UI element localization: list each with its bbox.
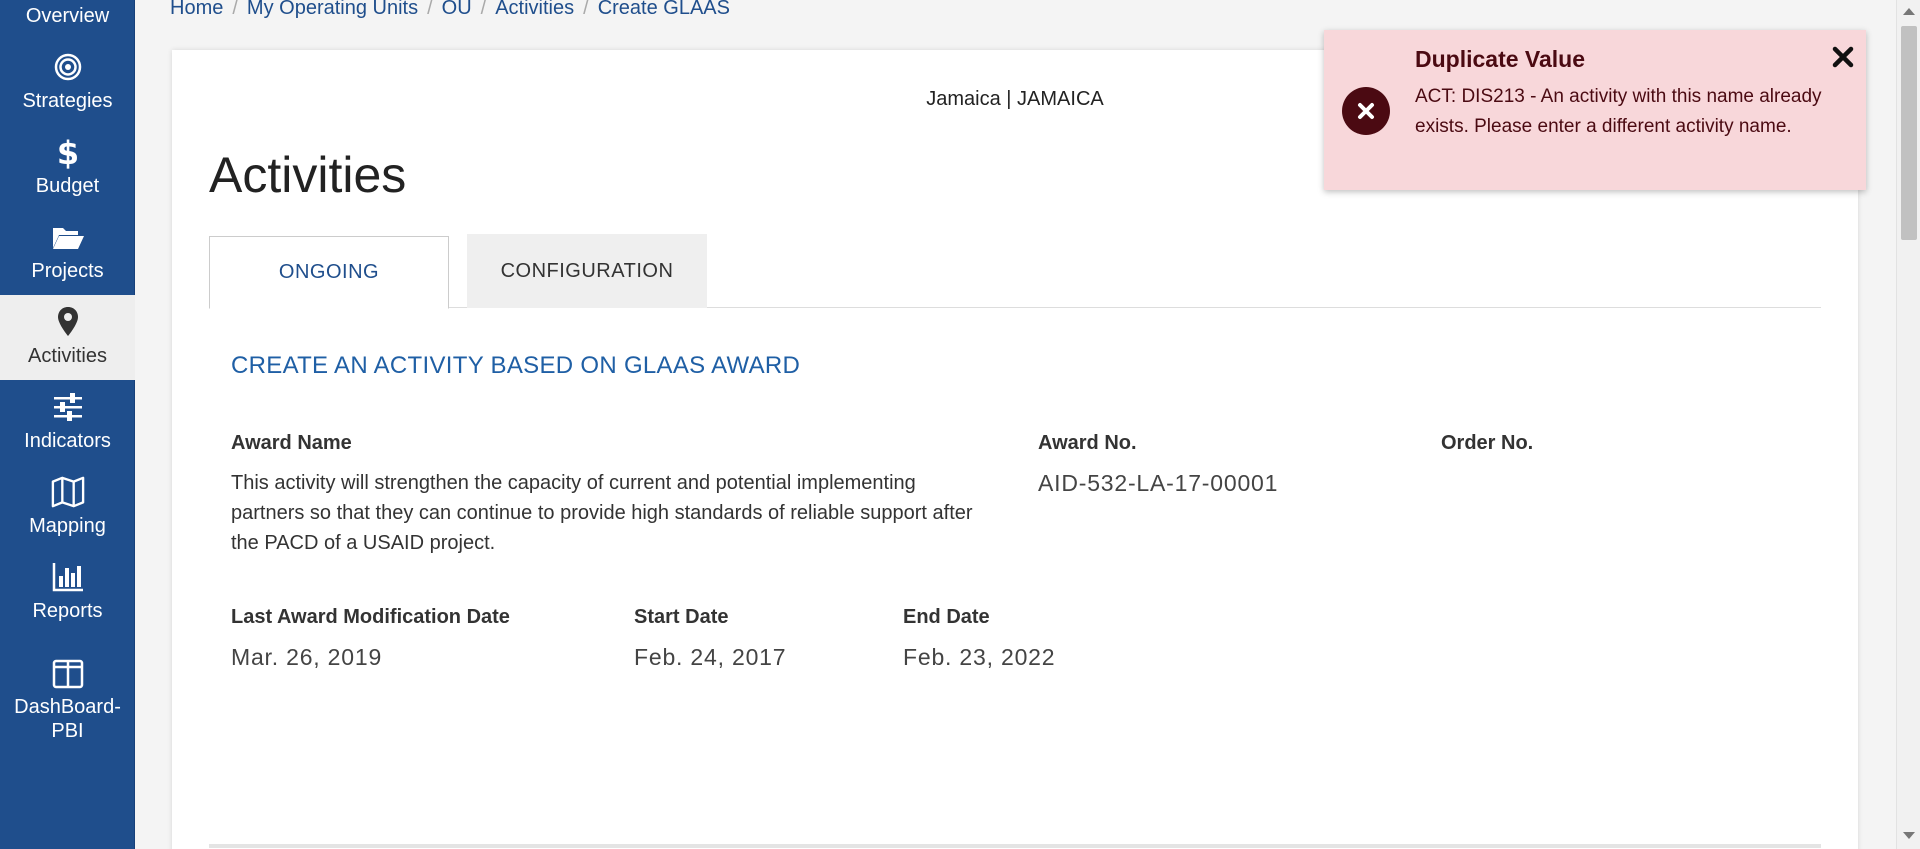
tab-ongoing[interactable]: ONGOING: [209, 236, 449, 309]
sidebar-item-label: Budget: [35, 175, 100, 197]
toast-title: Duplicate Value: [1415, 46, 1586, 72]
dollar-icon: $: [51, 135, 85, 169]
sidebar-item-budget[interactable]: $ Budget: [0, 125, 135, 210]
sidebar-item-mapping[interactable]: Mapping: [0, 465, 135, 550]
award-no-value: AID-532-LA-17-00001: [1038, 470, 1279, 496]
sidebar-item-overview[interactable]: Overview: [0, 0, 135, 40]
award-name-label: Award Name: [231, 432, 352, 454]
close-icon[interactable]: [1828, 42, 1858, 72]
vertical-scrollbar[interactable]: [1896, 0, 1920, 849]
svg-text:$: $: [56, 135, 78, 169]
page-title: Activities: [209, 147, 407, 203]
tab-bar: ONGOING CONFIGURATION: [209, 234, 1821, 309]
toast-message: ACT: DIS213 - An activity with this name…: [1415, 86, 1822, 137]
error-toast: Duplicate Value ACT: DIS213 - An activit…: [1324, 30, 1866, 190]
breadcrumb-separator: /: [427, 0, 433, 19]
tab-configuration[interactable]: CONFIGURATION: [467, 234, 707, 308]
map-marker-icon: [51, 305, 85, 339]
bar-chart-icon: [51, 560, 85, 594]
breadcrumb-separator: /: [480, 0, 487, 19]
sidebar-item-label: Indicators: [24, 430, 111, 452]
breadcrumb-separator: /: [583, 0, 589, 19]
last-modification-date-value: Mar. 26, 2019: [231, 644, 383, 670]
scrollbar-thumb[interactable]: [1901, 26, 1917, 240]
error-icon: [1342, 87, 1390, 135]
breadcrumb: Home / My Operating Units / OU / Activit…: [170, 0, 730, 20]
sidebar-item-activities[interactable]: Activities: [0, 295, 135, 380]
sidebar-item-label: Reports: [32, 600, 103, 622]
start-date-value: Feb. 24, 2017: [634, 644, 787, 670]
section-title: CREATE AN ACTIVITY BASED ON GLAAS AWARD: [231, 352, 801, 379]
breadcrumb-ou[interactable]: OU: [442, 0, 472, 20]
award-name-value: This activity will strengthen the capaci…: [231, 472, 973, 554]
sidebar-item-label: Mapping: [29, 515, 106, 537]
sidebar-item-dashboard-pbi[interactable]: DashBoard-PBI: [0, 635, 135, 755]
sliders-icon: [51, 390, 85, 424]
breadcrumb-my-operating-units[interactable]: My Operating Units: [247, 0, 418, 20]
end-date-label: End Date: [903, 606, 990, 628]
scroll-up-icon[interactable]: [1903, 8, 1915, 15]
sidebar-item-strategies[interactable]: Strategies: [0, 40, 135, 125]
last-modification-date-label: Last Award Modification Date: [231, 606, 510, 628]
sidebar-item-projects[interactable]: Projects: [0, 210, 135, 295]
breadcrumb-home[interactable]: Home: [170, 0, 223, 20]
sidebar: Overview Strategies $ Budget Projects Ac…: [0, 0, 135, 849]
divider: [209, 844, 1821, 848]
order-no-label: Order No.: [1441, 432, 1534, 454]
sidebar-item-label: Activities: [28, 345, 107, 367]
breadcrumb-activities[interactable]: Activities: [495, 0, 574, 20]
sidebar-item-label: DashBoard-PBI: [14, 696, 121, 742]
sidebar-item-label: Overview: [25, 5, 110, 27]
scroll-down-icon[interactable]: [1903, 832, 1915, 839]
breadcrumb-create-glaas[interactable]: Create GLAAS: [598, 0, 730, 20]
start-date-label: Start Date: [634, 606, 729, 628]
breadcrumb-separator: /: [232, 0, 238, 19]
sidebar-item-label: Strategies: [22, 90, 113, 112]
award-no-label: Award No.: [1038, 432, 1137, 454]
end-date-value: Feb. 23, 2022: [903, 644, 1056, 670]
map-icon: [51, 475, 85, 509]
sidebar-item-reports[interactable]: Reports: [0, 550, 135, 635]
target-icon: [51, 50, 85, 84]
folder-open-icon: [51, 220, 85, 254]
sidebar-item-indicators[interactable]: Indicators: [0, 380, 135, 465]
columns-icon: [51, 657, 85, 690]
sidebar-item-label: Projects: [31, 260, 104, 282]
